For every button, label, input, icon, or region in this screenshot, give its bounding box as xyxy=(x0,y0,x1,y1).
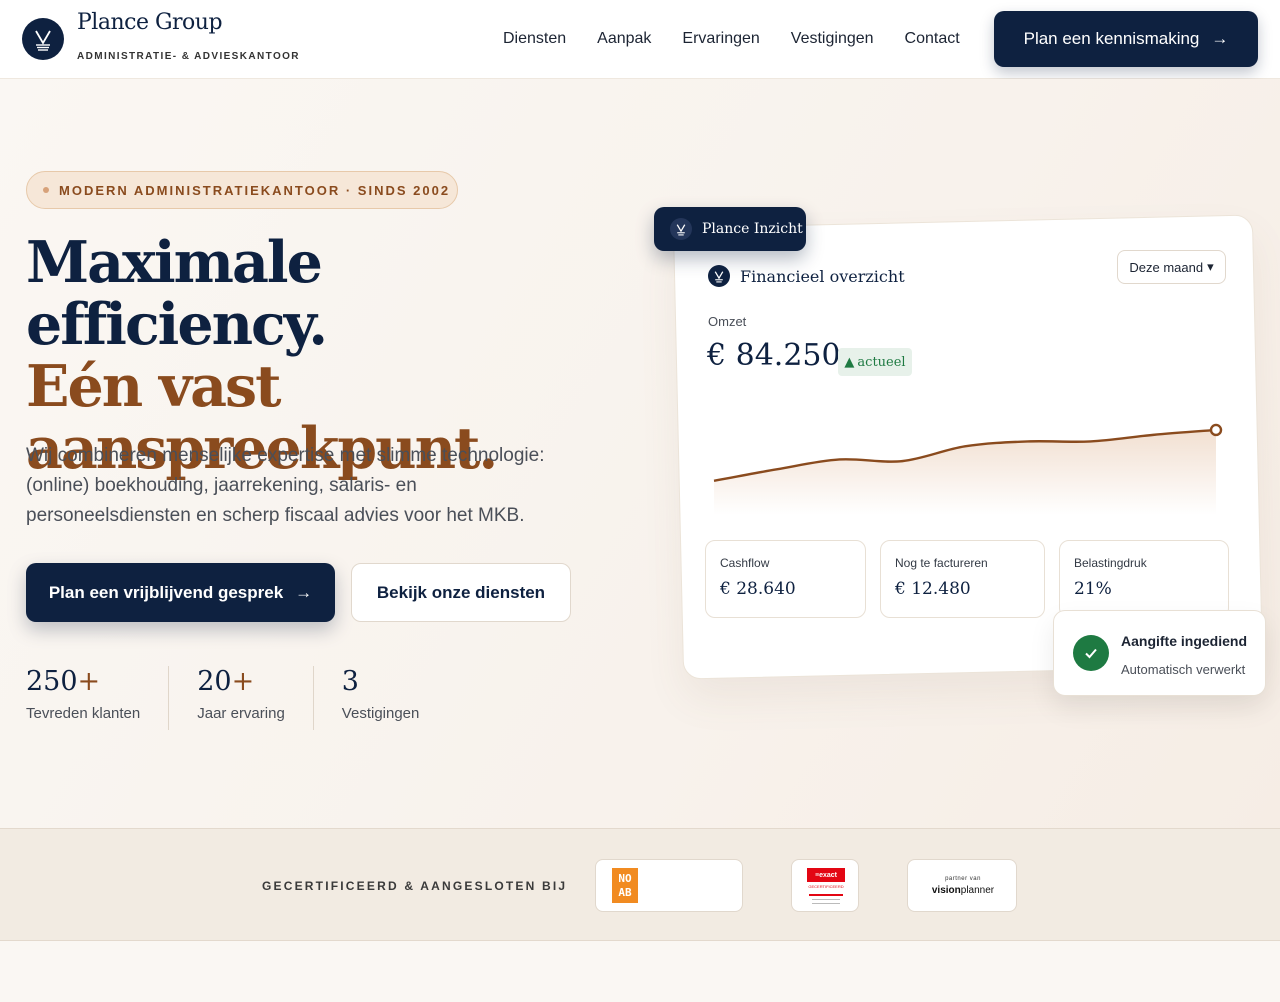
kpi-value: € 12.480 xyxy=(895,579,971,599)
plance-inzicht-tag: Plance Inzicht xyxy=(654,207,806,251)
nav-item-ervaringen[interactable]: Ervaringen xyxy=(682,30,759,48)
triangle-up-icon: ▲ xyxy=(844,354,855,370)
stat-label: Vestigingen xyxy=(341,705,420,722)
toast-title: Aangifte ingediend xyxy=(1121,633,1247,649)
primary-button-label: Plan een vrijblijvend gesprek xyxy=(48,582,284,602)
nav-item-contact[interactable]: Contact xyxy=(905,30,960,48)
arrow-right-icon: → xyxy=(295,582,313,602)
hero-stats: 250+ Tevreden klanten 20+ Jaar ervaring … xyxy=(26,666,475,730)
omzet-chart xyxy=(713,423,1223,515)
plan-gesprek-button[interactable]: Plan een vrijblijvend gesprek → xyxy=(26,563,335,622)
kpi-value: € 28.640 xyxy=(720,579,796,599)
site-header: Plance Group ADMINISTRATIE- & ADVIESKANT… xyxy=(0,0,1280,79)
stat-suffix: + xyxy=(77,666,101,697)
caret-down-icon: ▾ xyxy=(1207,259,1214,274)
stat-item: 20+ Jaar ervaring xyxy=(197,666,314,730)
stat-value: 20 xyxy=(197,666,232,697)
visionplanner-top: partner van xyxy=(945,876,981,882)
toast-subtitle: Automatisch verwerkt xyxy=(1121,662,1246,677)
dashboard-title: Financieel overzicht xyxy=(708,265,905,287)
badge-label: MODERN ADMINISTRATIEKANTOOR · SINDS 2002 xyxy=(59,182,451,198)
omzet-status-badge: ▲ actueel xyxy=(838,348,912,376)
kpi-nog-te-factureren: Nog te factureren € 12.480 xyxy=(880,540,1045,618)
stat-value: 3 xyxy=(341,666,359,697)
brand-logo-icon xyxy=(708,265,730,287)
certification-label: GECERTIFICEERD & AANGESLOTEN BIJ xyxy=(262,879,568,893)
kpi-label: Nog te factureren xyxy=(895,556,988,570)
check-icon xyxy=(1073,635,1109,671)
kpi-belastingdruk: Belastingdruk 21% xyxy=(1059,540,1229,618)
aangifte-toast: Aangifte ingediend Automatisch verwerkt xyxy=(1053,610,1266,696)
hero-badge: MODERN ADMINISTRATIEKANTOOR · SINDS 2002 xyxy=(26,171,458,209)
hero-lead: Wij combineren menselijke expertise met … xyxy=(26,445,545,526)
exact-icon: ≡exact GECERTIFICEERD xyxy=(807,868,845,904)
tag-label: Plance Inzicht xyxy=(702,221,803,237)
nav-item-aanpak[interactable]: Aanpak xyxy=(597,30,651,48)
period-label: Deze maand xyxy=(1129,259,1204,275)
stat-label: Jaar ervaring xyxy=(197,705,285,722)
stat-suffix: + xyxy=(231,666,255,697)
kpi-value: 21% xyxy=(1074,579,1112,599)
dot-icon xyxy=(43,187,49,193)
noab-icon: NO AB xyxy=(612,868,638,903)
arrow-right-icon: → xyxy=(1211,29,1229,48)
nav-item-vestigingen[interactable]: Vestigingen xyxy=(791,30,874,48)
brand-logo-icon[interactable] xyxy=(22,18,64,60)
brand-name[interactable]: Plance Group xyxy=(77,10,223,35)
noab-logo[interactable]: NO AB xyxy=(595,859,743,912)
chart-area xyxy=(714,429,1216,515)
exact-logo[interactable]: ≡exact GECERTIFICEERD xyxy=(791,859,859,912)
stat-value: 250 xyxy=(26,666,78,697)
plan-kennismaking-button[interactable]: Plan een kennismaking → xyxy=(994,11,1258,67)
stat-item: 250+ Tevreden klanten xyxy=(26,666,170,730)
dashboard-title-label: Financieel overzicht xyxy=(740,266,905,286)
bekijk-diensten-button[interactable]: Bekijk onze diensten xyxy=(351,563,571,622)
hero-title-line1: Maximale efficiency. xyxy=(26,229,328,358)
badge-label: actueel xyxy=(857,354,906,370)
certification-strip: GECERTIFICEERD & AANGESLOTEN BIJ NO AB ≡… xyxy=(0,828,1280,941)
chart-end-point xyxy=(1209,423,1223,437)
brand-subtitle: ADMINISTRATIE- & ADVIESKANTOOR xyxy=(77,51,300,62)
kpi-cashflow: Cashflow € 28.640 xyxy=(705,540,866,618)
page-bottom xyxy=(0,941,1280,1002)
omzet-value: € 84.250 xyxy=(707,338,841,373)
kpi-label: Cashflow xyxy=(720,556,770,570)
visionplanner-logo[interactable]: partner van visionplanner xyxy=(907,859,1017,912)
stat-label: Tevreden klanten xyxy=(26,705,141,722)
stat-item: 3 Vestigingen xyxy=(342,666,448,730)
nav-item-diensten[interactable]: Diensten xyxy=(503,30,566,48)
kpi-label: Belastingdruk xyxy=(1074,556,1147,570)
cta-label: Plan een kennismaking xyxy=(1023,29,1200,48)
period-select[interactable]: Deze maand ▾ xyxy=(1117,250,1226,284)
brand-logo-icon xyxy=(670,218,692,240)
visionplanner-brand: visionplanner xyxy=(931,885,995,896)
omzet-label: Omzet xyxy=(708,314,747,329)
main-nav: Diensten Aanpak Ervaringen Vestigingen C… xyxy=(503,30,991,48)
